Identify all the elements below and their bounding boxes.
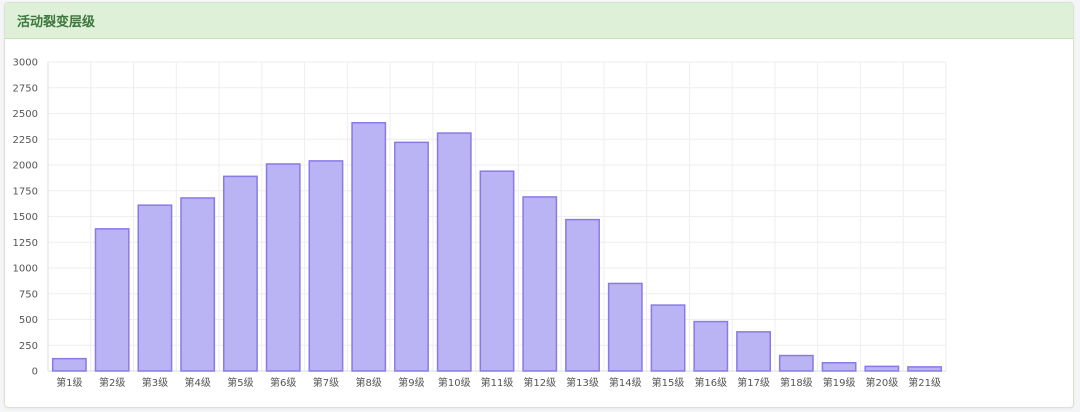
y-axis-ticks: 0 250 500 750 1000 1250 1500 1750 2000 2250 2500 27… [13,58,38,378]
bar[interactable] [265,163,301,372]
x-tick-label: 第19级 [823,376,856,389]
bar[interactable] [522,196,558,372]
x-tick-label: 第17级 [737,376,770,389]
y-tick-label: 3000 [13,58,38,69]
y-tick-label: 2250 [13,135,38,146]
bar[interactable] [778,354,814,372]
x-tick-label: 第9级 [398,376,424,389]
y-tick-label: 2500 [13,109,38,120]
x-tick-label: 第5级 [227,376,253,389]
y-tick-label: 750 [19,289,38,300]
bar[interactable] [51,357,87,372]
bars [51,122,943,372]
bar[interactable] [607,282,643,372]
x-tick-label: 第18级 [780,376,813,389]
x-tick-label: 第10级 [438,376,471,389]
y-tick-label: 1250 [13,238,38,249]
x-tick-label: 第14级 [609,376,642,389]
y-tick-label: 1000 [13,264,38,275]
x-tick-label: 第21级 [908,376,941,389]
bar[interactable] [308,160,344,372]
bar[interactable] [693,320,729,372]
y-tick-label: 1500 [13,212,38,223]
x-tick-label: 第3级 [142,376,168,389]
bar[interactable] [565,218,600,372]
x-tick-label: 第2级 [99,376,125,389]
x-tick-label: 第13级 [566,376,599,389]
x-tick-label: 第12级 [523,376,556,389]
bar[interactable] [223,175,258,372]
x-tick-label: 第7级 [313,376,339,389]
x-tick-label: 第15级 [652,376,685,389]
bar[interactable] [479,170,515,372]
bar[interactable] [436,132,472,372]
y-tick-label: 0 [32,367,38,378]
y-tick-label: 2000 [13,161,38,172]
bar[interactable] [907,366,943,372]
y-tick-label: 500 [19,315,38,326]
bar[interactable] [650,304,686,372]
bar[interactable] [94,228,130,372]
bar[interactable] [180,197,216,372]
y-tick-label: 250 [19,341,38,352]
x-tick-label: 第11级 [481,376,514,389]
bar[interactable] [821,362,857,372]
x-tick-label: 第6级 [270,376,296,389]
bar[interactable] [351,122,387,372]
bar[interactable] [137,204,173,372]
x-tick-label: 第1级 [56,376,82,389]
x-tick-label: 第4级 [184,376,210,389]
x-tick-label: 第20级 [865,376,898,389]
bar[interactable] [864,365,900,372]
y-tick-label: 2750 [13,83,38,94]
y-tick-label: 1750 [13,186,38,197]
bar[interactable] [394,141,429,372]
bar-chart: 0 250 500 750 1000 1250 1500 1750 2000 2250 2500 27… [13,58,947,389]
x-axis-ticks: 第1级 第2级 第3级 第4级 第5级 第6级 第7级 第8级 第9级 第10级 第11级 第12级第… [56,376,941,389]
x-tick-label: 第16级 [694,376,727,389]
bar[interactable] [736,331,771,372]
x-tick-label: 第8级 [356,376,382,389]
